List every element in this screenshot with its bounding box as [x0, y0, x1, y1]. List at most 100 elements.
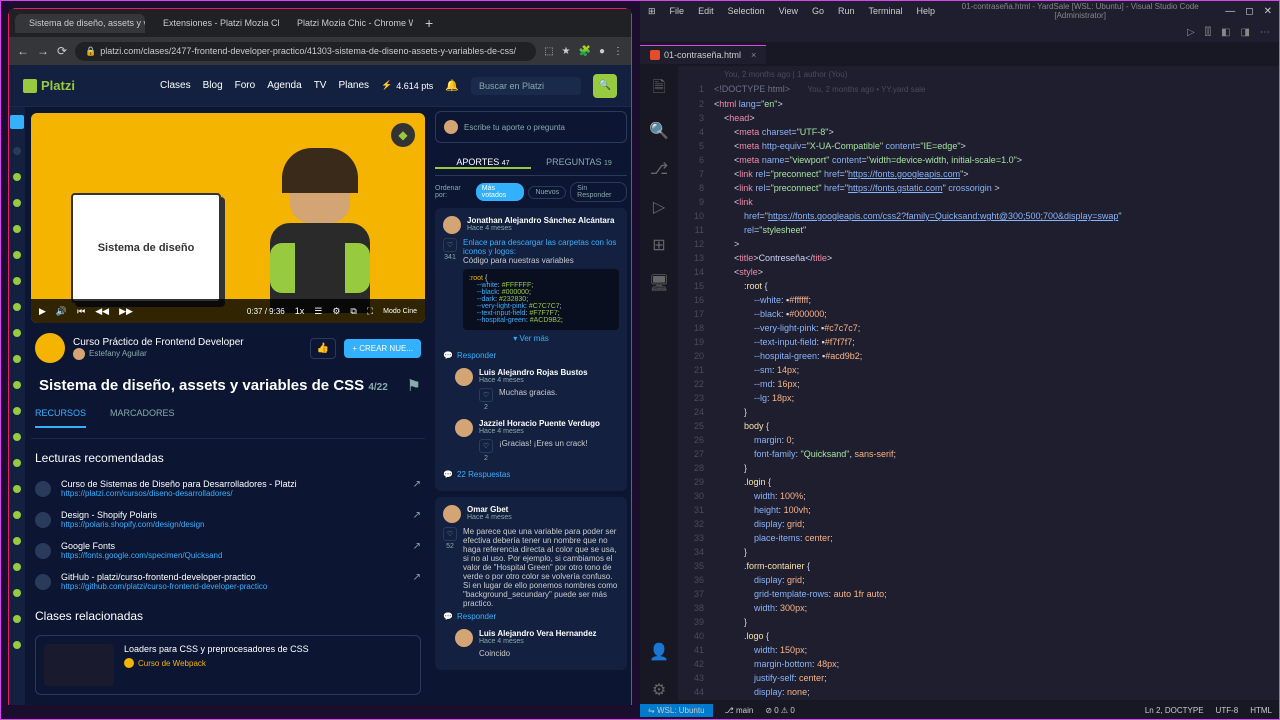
lesson-dot[interactable] [13, 329, 21, 337]
lesson-dot[interactable] [13, 225, 21, 233]
language-mode[interactable]: HTML [1250, 706, 1272, 715]
menu-file[interactable]: File [670, 6, 685, 16]
bell-icon[interactable]: 🔔 [445, 79, 459, 92]
lesson-dot[interactable] [13, 641, 21, 649]
external-link-icon[interactable]: ↗ [413, 541, 421, 552]
vote-button[interactable]: ♡ [479, 388, 493, 402]
menu-selection[interactable]: Selection [728, 6, 765, 16]
profile-icon[interactable]: ● [599, 46, 605, 57]
lesson-dot[interactable] [13, 277, 21, 285]
debug-icon[interactable]: ▷ [653, 197, 665, 217]
lesson-dot[interactable] [13, 251, 21, 259]
sidebar-toggle[interactable] [10, 115, 24, 129]
new-tab-button[interactable]: + [417, 15, 441, 31]
search-icon[interactable]: 🔍 [649, 121, 669, 141]
git-branch[interactable]: ⎇ main [725, 706, 754, 715]
thumbs-button[interactable]: 👍 [310, 338, 336, 359]
browser-tab[interactable]: Extensiones - Platzi Mozia Chic [149, 14, 279, 32]
lesson-dot[interactable] [13, 537, 21, 545]
comment-author[interactable]: Omar Gbet [467, 505, 512, 514]
search-button[interactable]: 🔍 [593, 74, 617, 98]
reading-item[interactable]: GitHub - platzi/curso-frontend-developer… [31, 566, 425, 597]
reply-button[interactable]: 💬 Responder [443, 608, 619, 625]
source-control-icon[interactable]: ⎇ [650, 159, 668, 179]
lesson-dot[interactable] [13, 355, 21, 363]
comment-author[interactable]: Luis Alejandro Rojas Bustos [479, 368, 619, 377]
comment-link[interactable]: Enlace para descargar las carpetas con l… [463, 238, 619, 256]
instructor-link[interactable]: Estefany Aguilar [73, 348, 302, 360]
lesson-dot[interactable] [13, 407, 21, 415]
settings-button[interactable]: ⚙ [332, 306, 340, 317]
comment-input[interactable]: Escribe tu aporte o pregunta [435, 111, 627, 143]
remote-indicator[interactable]: ⇋ WSL: Ubuntu [640, 704, 713, 717]
fullscreen-button[interactable]: ⛶ [367, 306, 373, 317]
nav-agenda[interactable]: Agenda [267, 80, 301, 91]
minimize-button[interactable]: — [1225, 6, 1235, 17]
run-icon[interactable]: ▷ [1187, 27, 1195, 38]
captions-button[interactable]: ☰ [314, 306, 322, 317]
settings-icon[interactable]: ⚙ [652, 680, 666, 700]
points-badge[interactable]: ⚡4.614 pts [381, 80, 433, 91]
account-icon[interactable]: 👤 [649, 642, 669, 662]
lesson-dot[interactable] [13, 459, 21, 467]
tab-marcadores[interactable]: MARCADORES [110, 408, 175, 428]
menu-help[interactable]: Help [917, 6, 936, 16]
lesson-dot[interactable] [13, 511, 21, 519]
prev-button[interactable]: ◀◀ [95, 306, 109, 317]
external-link-icon[interactable]: ↗ [413, 510, 421, 521]
course-link[interactable]: Curso de Webpack [124, 658, 412, 668]
show-replies-button[interactable]: 💬 22 Respuestas [443, 466, 619, 483]
rewind-button[interactable]: ⏮ [77, 306, 85, 317]
lesson-dot[interactable] [13, 589, 21, 597]
lesson-dot[interactable] [13, 381, 21, 389]
show-more-button[interactable]: ▾ Ver más [443, 330, 619, 347]
extension-icon[interactable]: ⬚ [544, 46, 553, 57]
pip-button[interactable]: ⧉ [350, 306, 356, 317]
menu-view[interactable]: View [779, 6, 798, 16]
maximize-button[interactable]: ◻ [1245, 6, 1253, 17]
problems-indicator[interactable]: ⊘ 0 ⚠ 0 [765, 706, 794, 715]
lesson-dot[interactable] [13, 147, 21, 155]
reading-item[interactable]: Design - Shopify Polarishttps://polaris.… [31, 504, 425, 535]
vote-button[interactable]: ♡ [443, 238, 457, 252]
toggle-icon[interactable]: ◧ [1221, 27, 1230, 38]
split-icon[interactable]: ⫿⫿ [1205, 27, 1211, 38]
speed-button[interactable]: 1x [295, 306, 305, 316]
filter-sin[interactable]: Sin Responder [570, 182, 627, 202]
menu-edit[interactable]: Edit [698, 6, 714, 16]
close-icon[interactable]: × [751, 50, 756, 60]
encoding-indicator[interactable]: UTF-8 [1216, 706, 1239, 715]
reply-button[interactable]: 💬 Responder [443, 347, 619, 364]
vote-button[interactable]: ♡ [443, 527, 457, 541]
forward-button[interactable]: → [37, 44, 49, 58]
flag-icon[interactable]: ⚑ [407, 376, 421, 396]
remote-icon[interactable]: 🖥 [649, 273, 669, 293]
extensions-icon[interactable]: 🧩 [579, 46, 591, 57]
explorer-icon[interactable]: 🗎 [653, 76, 666, 103]
related-class-card[interactable]: Loaders para CSS y preprocesadores de CS… [35, 635, 421, 695]
search-input[interactable]: Buscar en Platzi [471, 77, 581, 95]
create-note-button[interactable]: + CREAR NUE... [344, 339, 421, 358]
comment-author[interactable]: Jonathan Alejandro Sánchez Alcántara [467, 216, 614, 225]
menu-icon[interactable]: ⋮ [613, 46, 623, 57]
toggle-icon[interactable]: ◨ [1241, 27, 1250, 38]
more-icon[interactable]: ⋯ [1260, 27, 1270, 38]
nav-tv[interactable]: TV [314, 80, 327, 91]
menu-terminal[interactable]: Terminal [869, 6, 903, 16]
browser-tab[interactable]: Platzi Mozia Chic - Chrome We... [283, 14, 413, 32]
comment-author[interactable]: Luis Alejandro Vera Hernandez [479, 629, 619, 638]
reading-item[interactable]: Google Fontshttps://fonts.google.com/spe… [31, 535, 425, 566]
volume-button[interactable]: 🔊 [56, 306, 67, 317]
lesson-dot[interactable] [13, 615, 21, 623]
lesson-dot[interactable] [13, 303, 21, 311]
vote-button[interactable]: ♡ [479, 439, 493, 453]
video-player[interactable]: Sistema de diseño ◆ ▶ 🔊 ⏮ ◀◀ ▶▶ 0:37 / 9… [31, 113, 425, 323]
nav-foro[interactable]: Foro [235, 80, 256, 91]
code-editor[interactable]: You, 2 months ago | 1 author (You) 1<!DO… [678, 66, 1280, 700]
mode-toggle[interactable]: Modo Cine [383, 308, 417, 315]
external-link-icon[interactable]: ↗ [413, 572, 421, 583]
extension-icon[interactable]: ★ [562, 46, 571, 57]
lesson-dot[interactable] [13, 173, 21, 181]
tab-preguntas[interactable]: PREGUNTAS 19 [531, 157, 627, 169]
menu-go[interactable]: Go [812, 6, 824, 16]
